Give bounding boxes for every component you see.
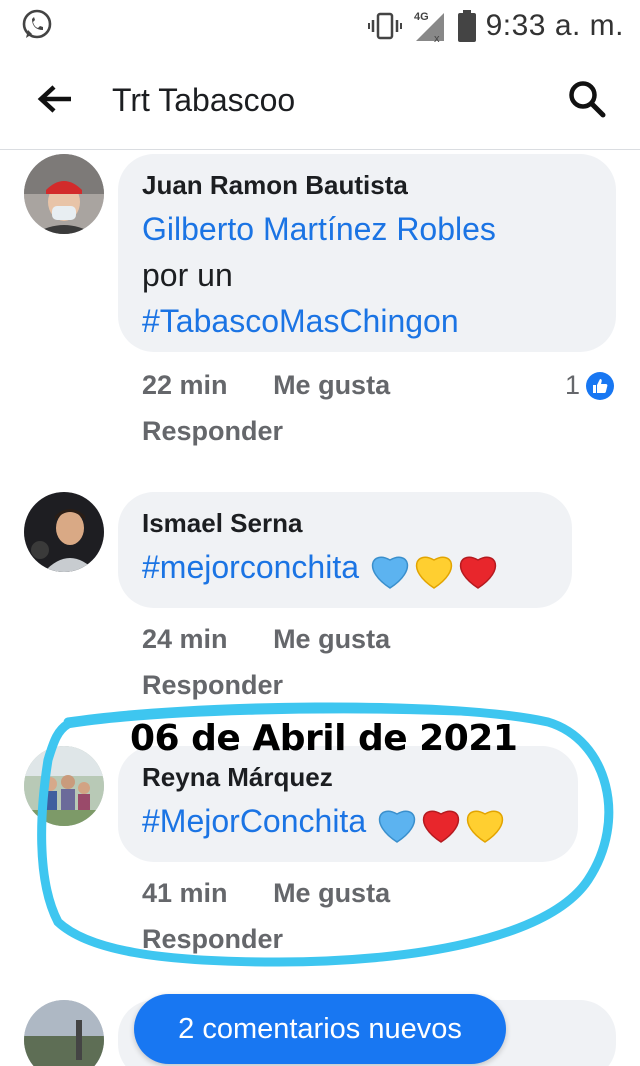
comment-author[interactable]: Juan Ramon Bautista — [142, 168, 592, 202]
search-icon — [567, 79, 607, 124]
like-button[interactable]: Me gusta — [273, 878, 390, 908]
status-bar: 4G x 9:33 a. m. — [0, 0, 640, 52]
like-button[interactable]: Me gusta — [273, 370, 390, 400]
comment-time: 22 min — [142, 370, 228, 400]
comment-bubble: Ismael Serna #mejorconchita — [118, 492, 572, 608]
app-bar: Trt Tabascoo — [0, 52, 640, 150]
avatar[interactable] — [24, 1000, 104, 1066]
svg-text:x: x — [434, 33, 440, 43]
red-heart-icon — [422, 810, 460, 843]
comment-time: 24 min — [142, 624, 228, 654]
battery-icon — [457, 10, 476, 42]
comment-time: 41 min — [142, 878, 228, 908]
mention-link[interactable]: Gilberto Martínez Robles — [142, 206, 592, 252]
arrow-left-icon — [37, 84, 73, 119]
annotation-date: 06 de Abril de 2021 — [130, 718, 518, 759]
comment-meta: 22 min Me gusta — [142, 370, 390, 401]
page-title: Trt Tabascoo — [112, 82, 296, 118]
search-button[interactable] — [562, 76, 612, 126]
hashtag-link[interactable]: #MejorConchita — [142, 803, 366, 839]
comment-text: #MejorConchita — [142, 798, 554, 844]
comment-meta: 41 min Me gusta — [142, 878, 390, 909]
reaction-count: 1 — [564, 370, 580, 400]
signal-icon: 4G x — [412, 9, 448, 43]
comment-text: #mejorconchita — [142, 544, 548, 590]
hashtag-link[interactable]: #mejorconchita — [142, 549, 359, 585]
comment-text: por un — [142, 257, 233, 293]
avatar[interactable] — [24, 154, 104, 234]
comment-meta: 24 min Me gusta — [142, 624, 390, 655]
clock: 9:33 a. m. — [485, 9, 624, 42]
thumbs-up-icon — [586, 371, 614, 400]
avatar[interactable] — [24, 492, 104, 572]
reply-button[interactable]: Responder — [142, 670, 283, 701]
like-button[interactable]: Me gusta — [273, 624, 390, 654]
comment-author[interactable]: Ismael Serna — [142, 506, 548, 540]
yellow-heart-icon — [415, 556, 453, 589]
reply-button[interactable]: Responder — [142, 416, 283, 447]
reaction-summary[interactable]: 1 — [565, 370, 614, 401]
comment-author[interactable]: Reyna Márquez — [142, 760, 554, 794]
hashtag-link[interactable]: #TabascoMasChingon — [142, 298, 592, 344]
blue-heart-icon — [371, 556, 409, 589]
yellow-heart-icon — [466, 810, 504, 843]
comment-bubble: Juan Ramon Bautista Gilberto Martínez Ro… — [118, 154, 616, 352]
back-button[interactable] — [30, 78, 80, 124]
svg-text:4G: 4G — [414, 11, 429, 23]
reply-button[interactable]: Responder — [142, 924, 283, 955]
blue-heart-icon — [378, 810, 416, 843]
new-comments-button[interactable]: 2 comentarios nuevos — [134, 994, 506, 1064]
avatar[interactable] — [24, 746, 104, 826]
whatsapp-icon — [20, 8, 54, 42]
red-heart-icon — [459, 556, 497, 589]
comment-bubble: Reyna Márquez #MejorConchita — [118, 746, 578, 862]
vibrate-icon — [367, 11, 402, 41]
